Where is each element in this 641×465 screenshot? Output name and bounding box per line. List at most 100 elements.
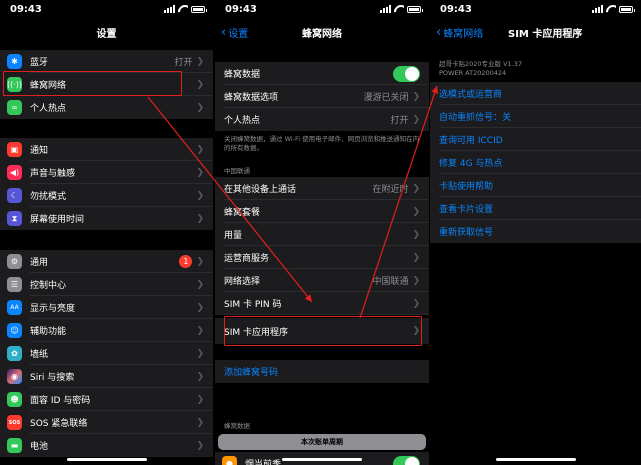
sim-pin-row[interactable]: SIM 卡 PIN 码 ❯	[215, 292, 429, 315]
chevron-right-icon: ❯	[412, 91, 420, 102]
chevron-right-icon: ❯	[196, 102, 204, 113]
back-label: 蜂窝网络	[443, 29, 484, 40]
chevron-right-icon: ❯	[196, 325, 204, 336]
signal-icon	[164, 5, 175, 13]
chevron-right-icon: ❯	[412, 114, 420, 125]
settings-item-battery[interactable]: ▬ 电池 ❯	[0, 434, 213, 457]
settings-item-sos[interactable]: SOS SOS 紧急联络 ❯	[0, 411, 213, 434]
sim-item-card-settings[interactable]: 查看卡片设置	[430, 197, 641, 220]
gear-icon: ⚙	[7, 254, 22, 269]
sim-item-fix-4g[interactable]: 修复 4G 与热点	[430, 151, 641, 174]
signal-icon	[592, 5, 603, 13]
settings-item-label: 面容 ID 与密码	[30, 396, 91, 406]
sos-icon: SOS	[7, 415, 22, 430]
settings-item-hotspot[interactable]: ∞ 个人热点 ❯	[0, 96, 213, 119]
accessibility-icon: ☺	[7, 323, 22, 338]
chevron-right-icon: ❯	[412, 229, 420, 240]
wifi-icon	[606, 5, 616, 13]
settings-item-screentime[interactable]: ⧗ 屏幕使用时间 ❯	[0, 207, 213, 230]
settings-item-sounds[interactable]: ◀) 声音与触感 ❯	[0, 161, 213, 184]
settings-item-dnd[interactable]: ☾ 勿扰模式 ❯	[0, 184, 213, 207]
status-bar: 09:43	[0, 0, 213, 20]
sim-info-line-1: 超哥卡贴2020专业版 V1.37	[439, 60, 523, 68]
chevron-right-icon: ❯	[412, 298, 420, 309]
settings-item-bluetooth[interactable]: ✱ 蓝牙 打开 ❯	[0, 50, 213, 73]
nav-bar: ‹ 设置 蜂窝网络	[215, 20, 429, 44]
nav-bar: 设置	[0, 20, 213, 44]
calls-other-devices-row[interactable]: 在其他设备上通话 在附近时 ❯	[215, 177, 429, 200]
status-bar: 09:43	[215, 0, 429, 20]
home-indicator	[495, 458, 576, 461]
billing-period-button[interactable]: 本次账单周期	[218, 434, 426, 450]
settings-item-label: 电池	[30, 442, 49, 452]
settings-item-siri[interactable]: ◉ Siri 与搜索 ❯	[0, 365, 213, 388]
sim-item-auto-reacquire[interactable]: 自动重抓信号：关	[430, 105, 641, 128]
sim-item-reacquire-signal[interactable]: 重新获取信号	[430, 220, 641, 243]
settings-item-label: 通用	[30, 258, 49, 268]
row-label: 运营商服务	[224, 254, 270, 264]
battery-icon	[191, 5, 207, 13]
sim-info-line-2: POWER AT20200424	[439, 69, 507, 77]
sim-item-help[interactable]: 卡贴使用帮助	[430, 174, 641, 197]
sim-item-label: 卡贴使用帮助	[439, 182, 494, 192]
settings-item-label: 屏幕使用时间	[30, 215, 85, 225]
toggles-icon: ☰	[7, 277, 22, 292]
home-indicator	[66, 458, 147, 461]
sim-item-query-iccid[interactable]: 查询可用 ICCID	[430, 128, 641, 151]
back-button[interactable]: ‹ 蜂窝网络	[436, 25, 484, 41]
chevron-right-icon: ❯	[196, 279, 204, 290]
sim-item-label: 自动重抓信号：关	[439, 113, 512, 123]
annotation-box-cellular	[3, 71, 182, 96]
battery-settings-icon: ▬	[7, 438, 22, 453]
chevron-right-icon: ❯	[412, 206, 420, 217]
row-label: 网络选择	[224, 277, 261, 287]
chevron-right-icon: ❯	[196, 440, 204, 451]
chevron-right-icon: ❯	[196, 256, 204, 267]
cellular-footer-note: 关闭蜂窝数据，通过 Wi-Fi 使用电子邮件、网页浏览和推送通知在内的所有数据。	[224, 135, 420, 152]
cellular-data-row: 蜂窝数据	[215, 62, 429, 85]
settings-item-wallpaper[interactable]: ✿ 墙纸 ❯	[0, 342, 213, 365]
chevron-right-icon: ❯	[196, 190, 204, 201]
app-data-toggle[interactable]	[393, 455, 420, 465]
usage-row[interactable]: 用量 ❯	[215, 223, 429, 246]
annotation-box-sim-apps	[224, 316, 422, 346]
network-selection-row[interactable]: 网络选择 中国联通 ❯	[215, 269, 429, 292]
sim-apps-screen: 09:43 ‹ 蜂窝网络 SIM 卡应用程序 超哥卡贴2020专业版 V1.37 …	[430, 0, 641, 465]
row-label: 个人热点	[224, 116, 261, 126]
wifi-icon	[394, 5, 404, 13]
cellular-plans-row[interactable]: 蜂窝套餐 ❯	[215, 200, 429, 223]
carrier-services-row[interactable]: 运营商服务 ❯	[215, 246, 429, 269]
add-cellular-plan-link: 添加蜂窝号码	[224, 368, 279, 378]
speaker-icon: ◀)	[7, 165, 22, 180]
status-bar: 09:43	[430, 0, 641, 20]
row-value: 在附近时	[372, 185, 409, 195]
sim-item-label: 选模式或运营商	[439, 90, 503, 100]
row-label: 蜂窝数据选项	[224, 93, 279, 103]
settings-item-general[interactable]: ⚙ 通用 1 ❯	[0, 250, 213, 273]
cellular-data-toggle[interactable]	[393, 65, 420, 82]
status-time: 09:43	[225, 4, 257, 15]
chevron-right-icon: ❯	[196, 79, 204, 90]
chevron-right-icon: ❯	[412, 252, 420, 263]
add-cellular-plan-row[interactable]: 添加蜂窝号码	[215, 360, 429, 383]
cellular-screen: 09:43 ‹ 设置 蜂窝网络 蜂窝数据 蜂窝数据选项 漫游已关闭 ❯ 个人热点 …	[215, 0, 429, 465]
page-title: SIM 卡应用程序	[508, 29, 583, 40]
battery-icon	[407, 5, 423, 13]
hotspot-row[interactable]: 个人热点 打开 ❯	[215, 108, 429, 131]
settings-item-notifications[interactable]: ▣ 通知 ❯	[0, 138, 213, 161]
sim-item-select-mode[interactable]: 选模式或运营商	[430, 82, 641, 105]
settings-item-faceid[interactable]: ☻ 面容 ID 与密码 ❯	[0, 388, 213, 411]
chevron-right-icon: ❯	[196, 302, 204, 313]
settings-item-label: 蓝牙	[30, 58, 49, 68]
settings-item-accessibility[interactable]: ☺ 辅助功能 ❯	[0, 319, 213, 342]
row-value: 打开	[390, 116, 409, 126]
carrier-section-header: 中国联通	[224, 167, 250, 175]
cellular-data-options-row[interactable]: 蜂窝数据选项 漫游已关闭 ❯	[215, 85, 429, 108]
chevron-right-icon: ❯	[196, 417, 204, 428]
hotspot-icon: ∞	[7, 100, 22, 115]
settings-item-control-center[interactable]: ☰ 控制中心 ❯	[0, 273, 213, 296]
settings-item-label: 个人热点	[30, 104, 67, 114]
settings-item-label: 墙纸	[30, 350, 49, 360]
settings-item-display[interactable]: AA 显示与亮度 ❯	[0, 296, 213, 319]
settings-item-label: 声音与触感	[30, 169, 76, 179]
